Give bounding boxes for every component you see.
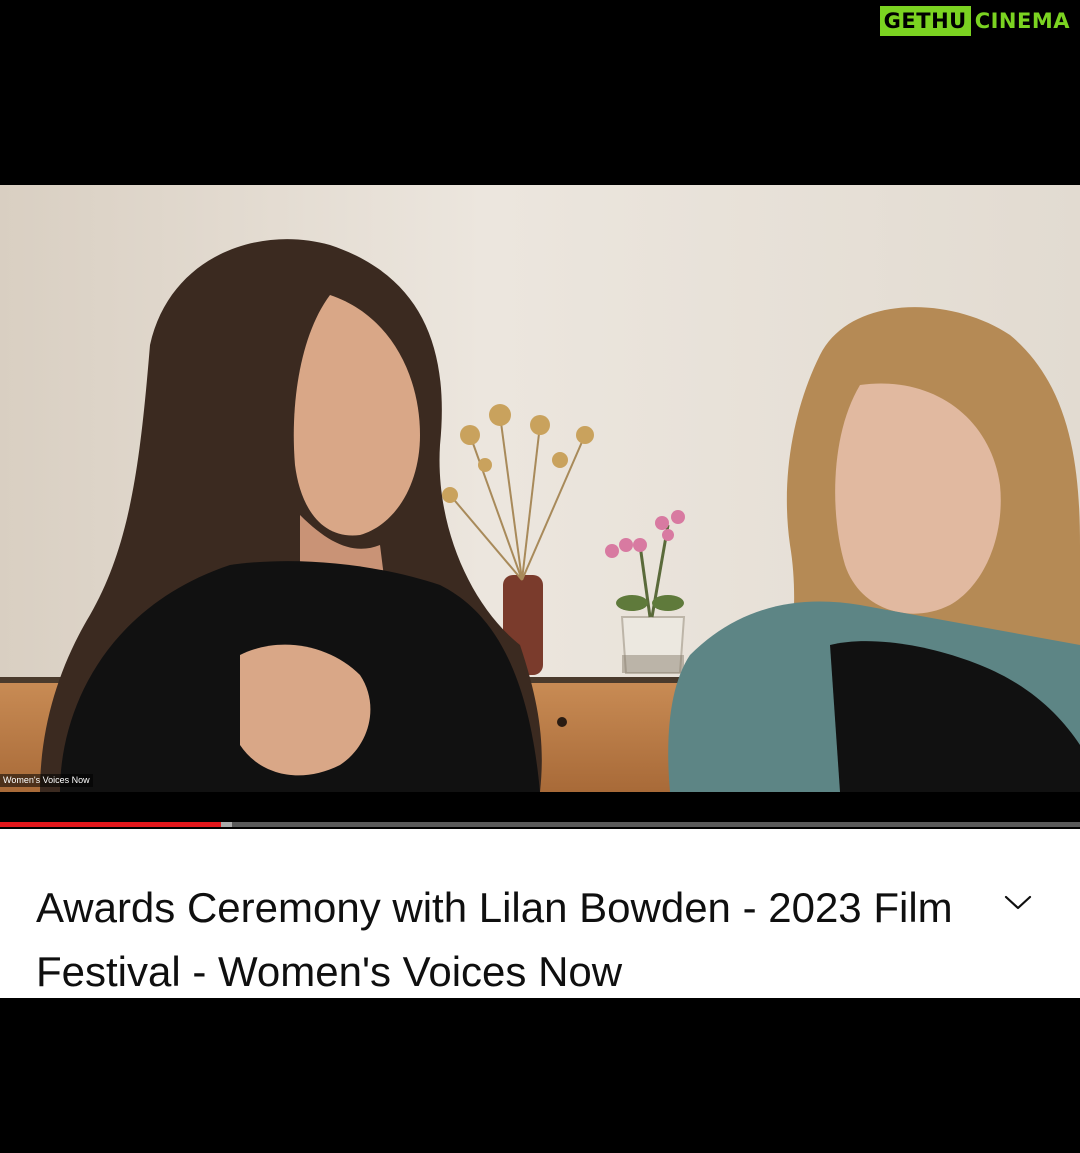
expand-description-button[interactable]	[996, 881, 1040, 925]
video-player[interactable]: Women's Voices Now	[0, 185, 1080, 792]
participant-name-label: Women's Voices Now	[0, 774, 93, 787]
progress-played	[0, 822, 221, 827]
progress-bar[interactable]	[0, 822, 1080, 827]
video-info-panel: Awards Ceremony with Lilan Bowden - 2023…	[0, 829, 1080, 998]
watermark-part-two: CINEMA	[970, 6, 1074, 36]
watermark-part-one: GETHU	[879, 6, 971, 36]
video-title[interactable]: Awards Ceremony with Lilan Bowden - 2023…	[36, 876, 956, 1004]
watermark-logo: GETHU CINEMA	[879, 6, 1074, 36]
chevron-down-icon	[1004, 895, 1032, 910]
video-frame	[0, 185, 1080, 792]
